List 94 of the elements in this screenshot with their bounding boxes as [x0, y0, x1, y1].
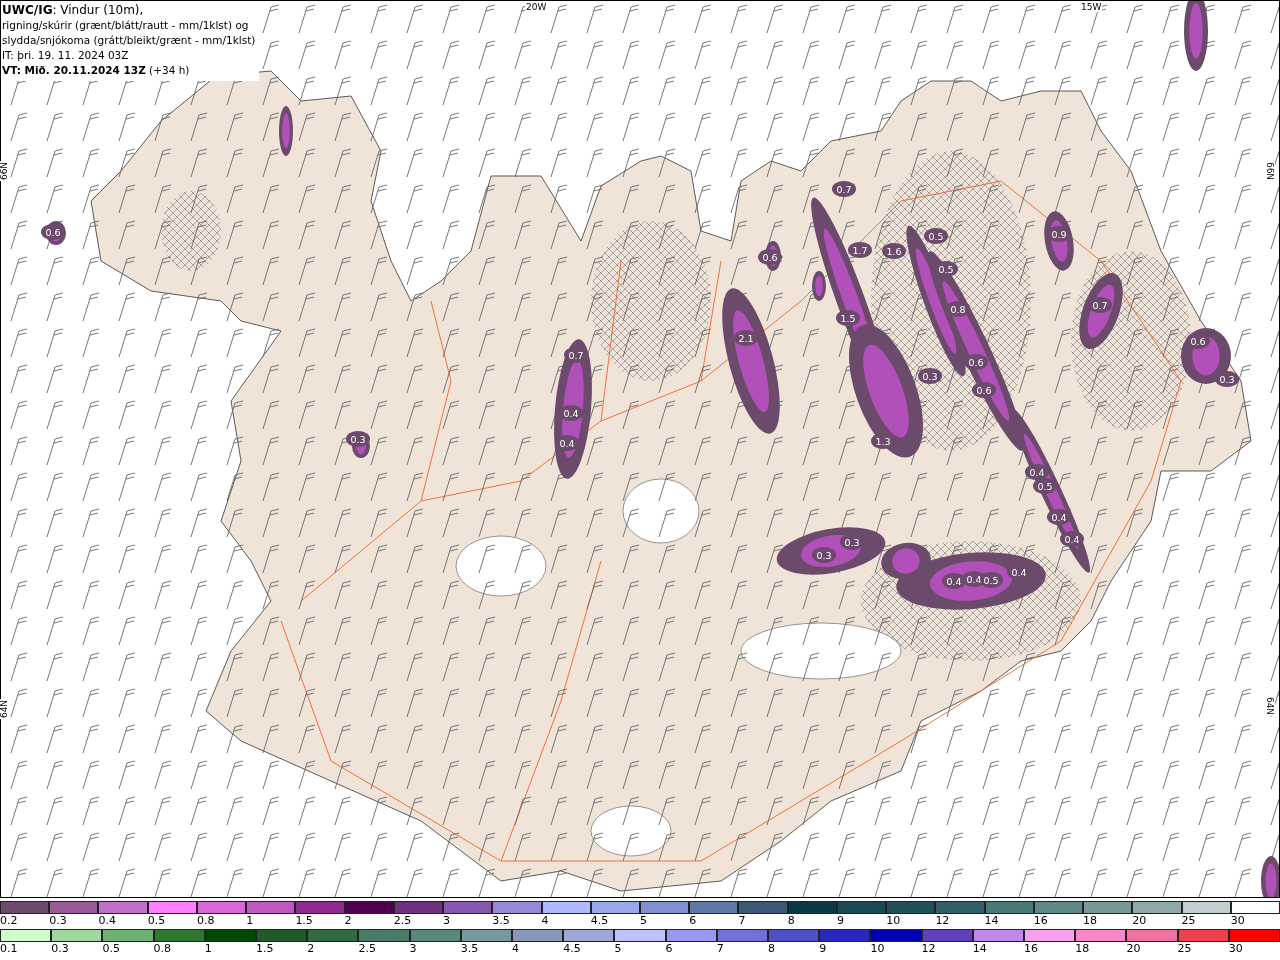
title-line: slydda/snjókoma (grátt/bleikt/grænt - mm/1klst): [2, 33, 257, 48]
precipitation-value: 0.6: [968, 356, 984, 368]
legend-label: 0.8: [153, 942, 172, 956]
latitude-label: 66N: [0, 160, 10, 182]
legend-label: 30: [1230, 914, 1245, 928]
precipitation-value: 0.7: [1092, 299, 1108, 311]
title-line: rigning/skúrir (grænt/blátt/rautt - mm/1klst) og: [2, 18, 250, 33]
precipitation-value: 0.9: [1051, 228, 1067, 240]
precipitation-value: 0.4: [563, 407, 579, 419]
legend-label: 7: [738, 914, 746, 928]
latitude-label: 64N: [1265, 695, 1276, 717]
legend-label: 1: [246, 914, 254, 928]
legend-label: 1.5: [295, 914, 313, 928]
longitude-label: 15W: [1080, 2, 1103, 12]
precipitation-value: 0.4: [946, 575, 962, 587]
legend-label: 6: [665, 942, 673, 956]
legend-label: 4.5: [563, 942, 581, 956]
legend-label: 3: [443, 914, 451, 928]
precipitation-value: 1.5: [840, 312, 856, 324]
legend-label: 16: [1033, 914, 1048, 928]
precipitation-value: 0.4: [1064, 533, 1080, 545]
precipitation-value: 0.7: [568, 349, 584, 361]
precipitation-value: 1.7: [852, 244, 868, 256]
legend-label: 0.4: [98, 914, 116, 928]
legend-label: 25: [1177, 942, 1192, 956]
legend-label: 16: [1024, 942, 1038, 956]
legend-label: 14: [972, 942, 987, 956]
legend-label: 18: [1075, 942, 1090, 956]
legend-label: 3: [409, 942, 417, 956]
legend-label: 2: [307, 942, 315, 956]
precipitation-value: 0.4: [1029, 466, 1045, 478]
precipitation-value: 0.5: [928, 230, 944, 242]
precipitation-value: 0.5: [938, 263, 954, 275]
latitude-label: 66N: [1265, 160, 1276, 182]
precipitation-value: 0.5: [983, 574, 999, 586]
legend-label: 20: [1126, 942, 1141, 956]
longitude-label: 20W: [525, 2, 548, 12]
title-line: IT: þri. 19. 11. 2024 03Z: [2, 48, 130, 63]
legend-label: 3.5: [460, 942, 479, 956]
legend-label: 2: [344, 914, 352, 928]
legend-label: 0.8: [196, 914, 215, 928]
legend-label: 0.2: [0, 914, 18, 928]
precipitation-value: 0.6: [45, 226, 61, 238]
precipitation-value: 0.6: [762, 251, 778, 263]
legend-label: 12: [935, 914, 950, 928]
latitude-label: 64N: [0, 698, 10, 720]
precipitation-value: 0.3: [350, 433, 366, 445]
legend-label: 2.5: [358, 942, 376, 956]
legend-label: 8: [768, 942, 775, 956]
legend-label: 4.5: [590, 914, 609, 928]
precipitation-value: 0.4: [1011, 566, 1027, 578]
legend-label: 0.3: [51, 942, 69, 956]
precipitation-value: 0.4: [1051, 511, 1067, 523]
legend-label: 18: [1083, 914, 1098, 928]
legend-label: 8: [787, 914, 795, 928]
precipitation-value: 0.3: [816, 549, 832, 561]
legend-label: 12: [921, 942, 936, 956]
precipitation-value: 1.3: [875, 435, 891, 447]
legend-label: 4: [541, 914, 549, 928]
precipitation-value: 1.6: [886, 245, 902, 257]
legend-label: 6: [689, 914, 697, 928]
legend-label: 5: [614, 942, 622, 956]
legend-label: 20: [1132, 914, 1147, 928]
legend-label: 1.5: [256, 942, 274, 956]
legend-label: 0.5: [147, 914, 166, 928]
precipitation-value: 0.3: [922, 370, 938, 382]
legend-label: 7: [716, 942, 724, 956]
title-line: UWC/IG: Vindur (10m),: [2, 3, 145, 18]
legend-label: 9: [836, 914, 844, 928]
precipitation-value: 0.3: [844, 536, 860, 548]
legend-label: 10: [870, 942, 885, 956]
precipitation-value: 0.6: [976, 384, 992, 396]
legend-label: 2.5: [393, 914, 412, 928]
legend-label: 25: [1181, 914, 1196, 928]
legend-label: 0.1: [0, 942, 18, 956]
legend-label: 3.5: [492, 914, 510, 928]
legend-label: 5: [640, 914, 647, 928]
legend-label: 0.3: [49, 914, 67, 928]
precipitation-value: 2.1: [738, 332, 754, 344]
precipitation-value: 0.7: [836, 183, 852, 195]
legend-label: 10: [886, 914, 901, 928]
precipitation-value: 0.4: [966, 573, 982, 585]
precipitation-value: 0.5: [1037, 480, 1053, 492]
precipitation-value: 0.8: [950, 303, 966, 315]
legend-label: 0.5: [102, 942, 120, 956]
precipitation-value: 0.3: [1219, 373, 1235, 385]
legend-label: 30: [1228, 942, 1243, 956]
legend-label: 1: [204, 942, 212, 956]
precipitation-value: 0.4: [559, 437, 575, 449]
legend-label: 4: [512, 942, 519, 956]
legend-label: 14: [984, 914, 999, 928]
legend-label: 9: [819, 942, 827, 956]
title-line: VT: Mið. 20.11.2024 13Z (+34 h): [2, 63, 191, 78]
precipitation-value: 0.6: [1190, 335, 1206, 347]
